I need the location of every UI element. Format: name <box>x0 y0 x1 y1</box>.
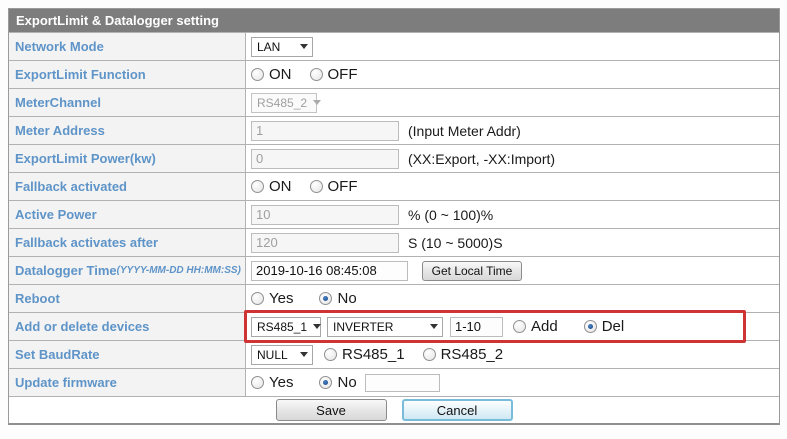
exportlimit-off-label: OFF <box>327 66 358 83</box>
add-delete-devices-label: Add or delete devices <box>9 313 246 340</box>
exportlimit-power-note: (XX:Export, -XX:Import) <box>408 150 556 167</box>
exportlimit-off-radio[interactable] <box>309 68 323 81</box>
firmware-yes-radio[interactable] <box>251 376 264 389</box>
chevron-down-icon <box>313 324 322 329</box>
exportlimit-on-radio[interactable] <box>251 68 264 81</box>
exportlimit-function-label: ExportLimit Function <box>9 61 246 88</box>
fallback-off-label: OFF <box>327 178 358 195</box>
active-power-note: % (0 ~ 100)% <box>408 206 494 223</box>
meter-address-note: (Input Meter Addr) <box>408 122 521 139</box>
fallback-on-radio[interactable] <box>251 180 264 193</box>
add-delete-channel-select[interactable]: RS485_1 <box>251 316 322 337</box>
chevron-down-icon <box>300 352 308 357</box>
meter-address-input <box>251 120 399 141</box>
fallback-on-label: ON <box>269 178 292 195</box>
fallback-after-label: Fallback activates after <box>9 229 246 256</box>
row-meter-channel: MeterChannel RS485_2 <box>9 88 779 116</box>
exportlimit-power-label: ExportLimit Power(kw) <box>9 145 246 172</box>
row-datalogger-time: Datalogger Time(YYYY-MM-DD HH:MM:SS) Get… <box>9 256 779 284</box>
add-radio[interactable] <box>513 320 526 333</box>
datalogger-time-input[interactable] <box>251 260 408 281</box>
reboot-yes-label: Yes <box>269 290 294 307</box>
row-exportlimit-function: ExportLimit Function ON OFF <box>9 60 779 88</box>
row-reboot: Reboot Yes No <box>9 284 779 312</box>
datalogger-time-label: Datalogger Time <box>15 263 117 278</box>
active-power-label: Active Power <box>9 201 246 228</box>
meter-address-label: Meter Address <box>9 117 246 144</box>
meter-channel-label: MeterChannel <box>9 89 246 116</box>
network-mode-select[interactable]: LAN <box>251 36 313 57</box>
fallback-after-input <box>251 232 399 253</box>
row-active-power: Active Power % (0 ~ 100)% <box>9 200 779 228</box>
meter-channel-select: RS485_2 <box>251 92 322 113</box>
row-fallback-after: Fallback activates after S (10 ~ 5000)S <box>9 228 779 256</box>
row-add-delete-devices: Add or delete devices RS485_1 INVERTER A… <box>9 310 779 343</box>
firmware-yes-label: Yes <box>269 374 294 391</box>
del-radio[interactable] <box>583 320 597 333</box>
network-mode-select-value: LAN <box>257 39 281 54</box>
save-button[interactable]: Save <box>275 399 387 421</box>
firmware-no-label: No <box>337 374 357 391</box>
datalogger-time-format-hint: (YYYY-MM-DD HH:MM:SS) <box>116 265 241 276</box>
settings-table: ExportLimit & Datalogger setting Network… <box>8 8 780 425</box>
cancel-button[interactable]: Cancel <box>401 399 513 421</box>
exportlimit-power-input <box>251 148 399 169</box>
reboot-label: Reboot <box>9 285 246 312</box>
reboot-no-label: No <box>337 290 357 307</box>
meter-channel-select-value: RS485_2 <box>257 95 308 110</box>
network-mode-label: Network Mode <box>9 33 246 60</box>
baudrate-rs485-1-label: RS485_1 <box>342 346 405 363</box>
exportlimit-on-label: ON <box>269 66 292 83</box>
firmware-file-input[interactable] <box>364 373 440 392</box>
row-set-baudrate: Set BaudRate NULL RS485_1 RS485_2 <box>9 340 779 368</box>
chevron-down-icon <box>430 324 438 329</box>
device-range-input[interactable] <box>450 316 503 337</box>
add-label: Add <box>531 318 558 335</box>
chevron-down-icon <box>300 44 308 49</box>
fallback-after-note: S (10 ~ 5000)S <box>408 234 503 251</box>
active-power-input <box>251 204 399 225</box>
chevron-down-icon <box>313 100 322 105</box>
baudrate-rs485-2-radio[interactable] <box>422 348 436 361</box>
baudrate-select[interactable]: NULL <box>251 344 313 365</box>
get-local-time-button[interactable]: Get Local Time <box>422 260 522 281</box>
add-delete-channel-value: RS485_1 <box>257 319 308 334</box>
page-title: ExportLimit & Datalogger setting <box>9 9 779 32</box>
del-label: Del <box>601 318 625 335</box>
add-delete-device-select[interactable]: INVERTER <box>327 316 443 337</box>
reboot-yes-radio[interactable] <box>251 292 264 305</box>
set-baudrate-label: Set BaudRate <box>9 341 246 368</box>
buttons-row: Save Cancel <box>9 396 779 423</box>
baudrate-select-value: NULL <box>257 347 288 362</box>
baudrate-rs485-2-label: RS485_2 <box>440 346 504 363</box>
fallback-off-radio[interactable] <box>309 180 323 193</box>
reboot-no-radio[interactable] <box>319 292 333 305</box>
add-delete-device-value: INVERTER <box>333 319 394 334</box>
firmware-no-radio[interactable] <box>319 376 333 389</box>
fallback-activated-label: Fallback activated <box>9 173 246 200</box>
row-meter-address: Meter Address (Input Meter Addr) <box>9 116 779 144</box>
baudrate-rs485-1-radio[interactable] <box>324 348 337 361</box>
row-update-firmware: Update firmware Yes No <box>9 368 779 396</box>
row-fallback-activated: Fallback activated ON OFF <box>9 172 779 200</box>
update-firmware-label: Update firmware <box>9 369 246 396</box>
row-network-mode: Network Mode LAN <box>9 32 779 60</box>
row-exportlimit-power: ExportLimit Power(kw) (XX:Export, -XX:Im… <box>9 144 779 172</box>
